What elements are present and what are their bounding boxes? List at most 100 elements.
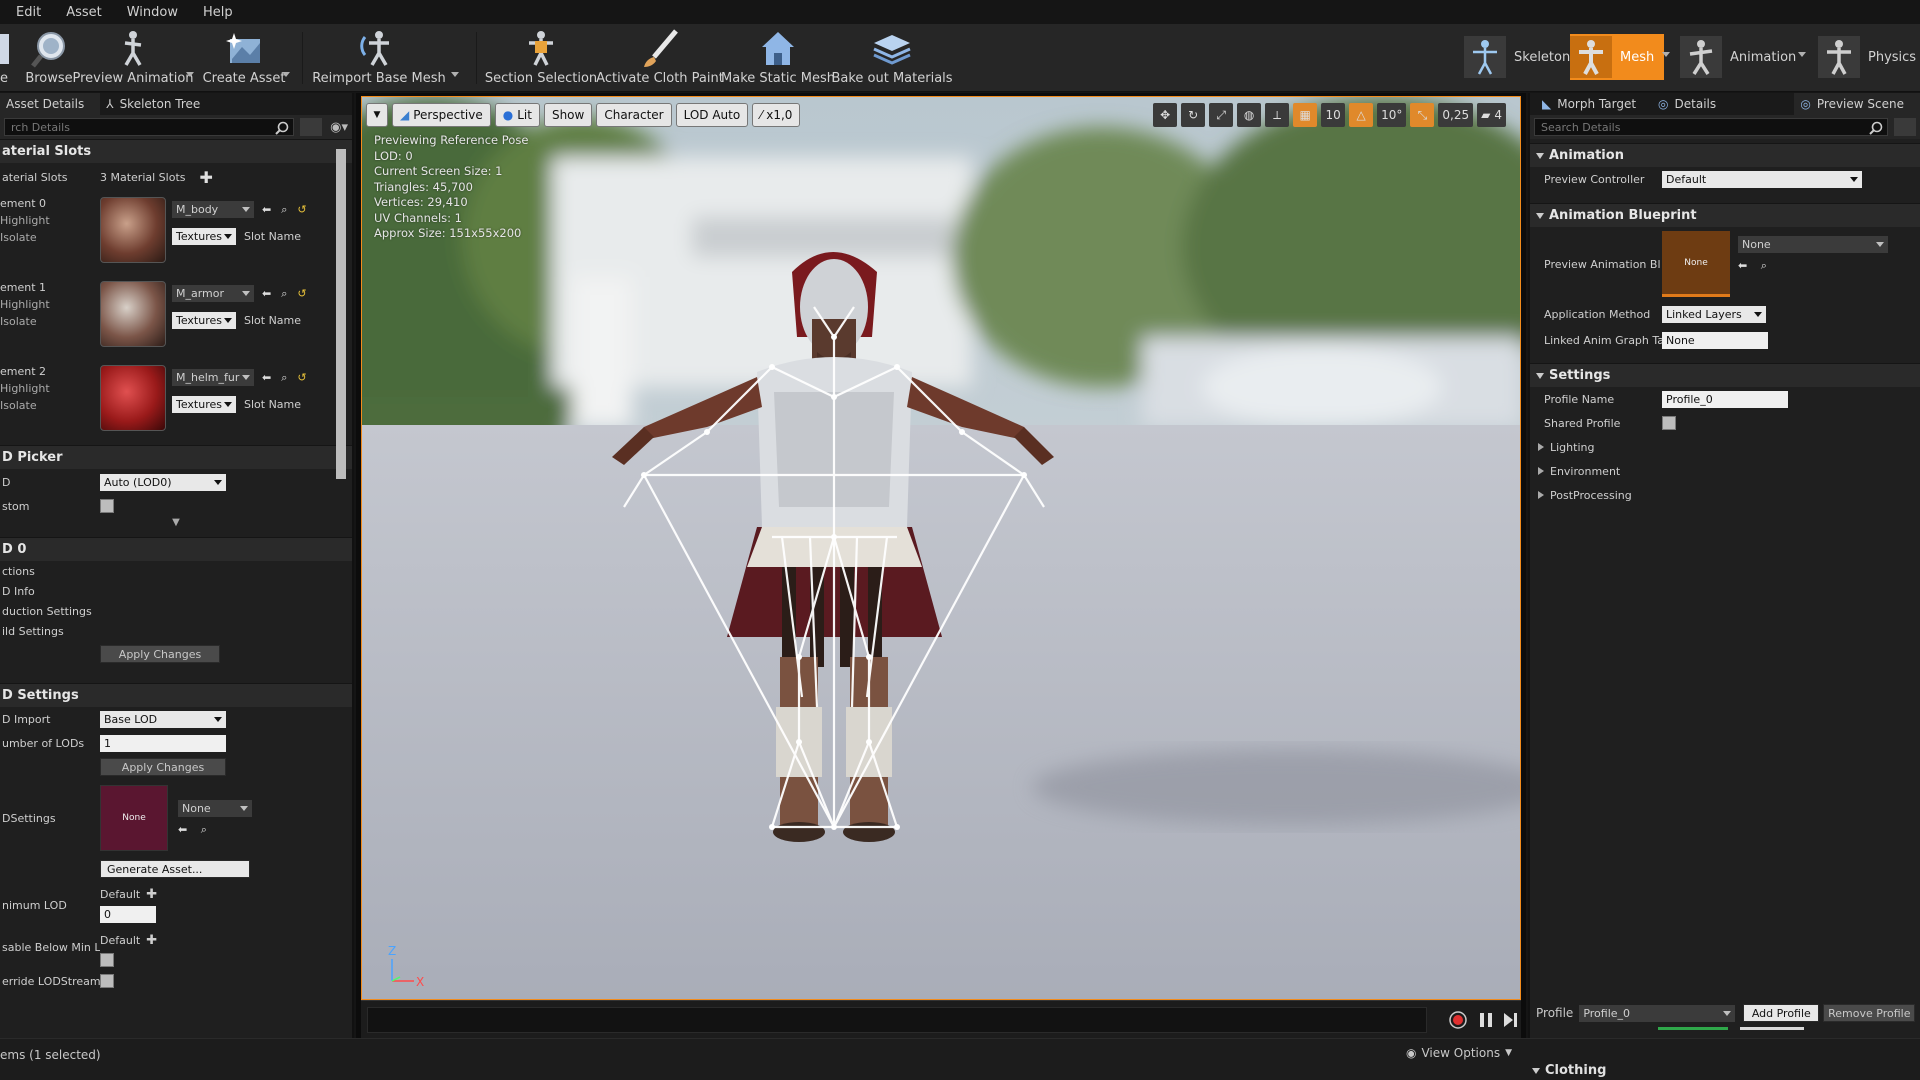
timeline-track[interactable] xyxy=(367,1007,1427,1033)
highlight-checkbox[interactable]: Highlight xyxy=(0,298,100,311)
rotation-snap-toggle[interactable]: △ xyxy=(1349,103,1374,127)
number-of-lods-input[interactable]: 1 xyxy=(100,734,226,752)
highlight-checkbox[interactable]: Highlight xyxy=(0,382,100,395)
environment-group[interactable]: Environment xyxy=(1530,459,1920,483)
world-local-toggle[interactable]: ◍ xyxy=(1237,103,1262,127)
apply-changes-button[interactable]: Apply Changes xyxy=(100,645,220,663)
save-button[interactable]: e xyxy=(0,24,16,92)
tab-skeleton-tree[interactable]: ⅄ Skeleton Tree xyxy=(100,93,217,115)
textures-dropdown[interactable]: Textures xyxy=(172,396,236,413)
lod0-build-settings[interactable]: ild Settings xyxy=(0,621,352,641)
perspective-button[interactable]: ◢ Perspective xyxy=(392,103,491,127)
mode-animation-button[interactable]: Animation xyxy=(1680,34,1796,80)
surface-snap-tool[interactable]: ⟂ xyxy=(1265,103,1290,127)
record-icon[interactable] xyxy=(1449,1011,1467,1029)
scale-snap-value[interactable]: 0,25 xyxy=(1438,103,1474,127)
mode-physics-button[interactable]: Physics xyxy=(1818,34,1916,80)
postprocessing-group[interactable]: PostProcessing xyxy=(1530,483,1920,507)
left-search-input[interactable]: rch Details xyxy=(4,118,295,136)
create-asset-caret[interactable] xyxy=(282,72,290,77)
browse-search-icon[interactable]: ⌕ xyxy=(1761,259,1767,272)
browse-search-icon[interactable]: ⌕ xyxy=(281,371,287,385)
animation-blueprint-category[interactable]: Animation Blueprint xyxy=(1530,203,1920,227)
remove-profile-button[interactable]: Remove Profile xyxy=(1823,1004,1916,1022)
minimum-lod-input[interactable]: 0 xyxy=(100,906,156,923)
scale-tool[interactable]: ⤢ xyxy=(1209,103,1234,127)
lod0-info[interactable]: D Info xyxy=(0,581,352,601)
playback-speed-button[interactable]: ⁄ x1,0 xyxy=(752,103,801,127)
reset-icon[interactable]: ↺ xyxy=(297,371,306,384)
add-platform-override-icon[interactable]: ✚ xyxy=(146,887,157,902)
lod0-header[interactable]: D 0 xyxy=(0,537,352,561)
preview-controller-dropdown[interactable]: Default xyxy=(1662,170,1862,188)
use-selected-arrow-icon[interactable]: ⬅ xyxy=(1738,259,1747,272)
view-options-button[interactable]: ◉ View Options ▼ xyxy=(1406,1046,1512,1060)
browse-search-icon[interactable]: ⌕ xyxy=(281,287,287,301)
reimport-caret[interactable] xyxy=(451,72,459,77)
material-dropdown[interactable]: M_body xyxy=(172,201,254,218)
preview-animation-caret[interactable] xyxy=(186,72,194,77)
use-selected-arrow-icon[interactable]: ⬅ xyxy=(262,203,271,216)
textures-dropdown[interactable]: Textures xyxy=(172,228,236,245)
lighting-group[interactable]: Lighting xyxy=(1530,435,1920,459)
browse-button[interactable]: Browse xyxy=(24,24,74,92)
disable-below-min-lod-checkbox[interactable] xyxy=(100,953,114,967)
rotation-snap-value[interactable]: 10° xyxy=(1377,103,1407,127)
tab-preview-scene[interactable]: ◎ Preview Scene xyxy=(1794,93,1920,115)
browse-search-icon[interactable]: ⌕ xyxy=(201,823,207,836)
preview-animation-button[interactable]: Preview Animation xyxy=(73,24,194,92)
animation-category[interactable]: Animation xyxy=(1530,143,1920,167)
application-method-dropdown[interactable]: Linked Layers xyxy=(1662,305,1766,323)
clothing-category[interactable]: Clothing xyxy=(1532,1063,1606,1078)
tab-details[interactable]: ◎ Details xyxy=(1652,93,1733,115)
mode-skeleton-button[interactable]: Skeleton xyxy=(1464,34,1570,80)
use-selected-arrow-icon[interactable]: ⬅ xyxy=(262,287,271,300)
tab-morph-target[interactable]: ◣ Morph Target xyxy=(1530,93,1653,115)
settings-category[interactable]: Settings xyxy=(1530,363,1920,387)
highlight-checkbox[interactable]: Highlight xyxy=(0,214,100,227)
browse-search-icon[interactable]: ⌕ xyxy=(281,203,287,217)
viewport-options-button[interactable]: ▼ xyxy=(366,103,388,127)
rotate-tool[interactable]: ↻ xyxy=(1181,103,1206,127)
bake-out-materials-button[interactable]: Bake out Materials xyxy=(831,24,953,92)
animation-blueprint-dropdown[interactable]: None xyxy=(1738,235,1888,253)
material-thumbnail[interactable] xyxy=(100,197,166,263)
expand-advanced-button[interactable]: ▼ xyxy=(0,517,352,533)
reset-icon[interactable]: ↺ xyxy=(297,203,306,216)
use-selected-arrow-icon[interactable]: ⬅ xyxy=(262,371,271,384)
reset-icon[interactable]: ↺ xyxy=(297,287,306,300)
lod-import-dropdown[interactable]: Base LOD xyxy=(100,710,226,728)
grid-snap-toggle[interactable]: ▦ xyxy=(1293,103,1318,127)
character-button[interactable]: Character xyxy=(596,103,672,127)
scale-snap-toggle[interactable]: ⤡ xyxy=(1410,103,1435,127)
add-platform-override-icon[interactable]: ✚ xyxy=(146,933,157,948)
lodsettings-dropdown[interactable]: None xyxy=(178,799,252,817)
material-thumbnail[interactable] xyxy=(100,281,166,347)
make-static-mesh-button[interactable]: Make Static Mesh xyxy=(721,24,835,92)
override-lod-streaming-checkbox[interactable] xyxy=(100,974,114,988)
eye-icon[interactable]: ◉▾ xyxy=(330,120,348,135)
camera-speed-button[interactable]: ▰ 4 xyxy=(1477,103,1506,127)
isolate-checkbox[interactable]: Isolate xyxy=(0,315,100,328)
material-dropdown[interactable]: M_armor xyxy=(172,285,254,302)
grid-snap-value[interactable]: 10 xyxy=(1321,103,1346,127)
shared-profile-checkbox[interactable] xyxy=(1662,416,1676,430)
mesh-mode-caret[interactable] xyxy=(1662,52,1670,57)
mode-mesh-button[interactable]: Mesh xyxy=(1570,34,1665,80)
profile-name-input[interactable]: Profile_0 xyxy=(1662,390,1788,408)
tab-asset-details[interactable]: Asset Details xyxy=(0,93,101,115)
show-button[interactable]: Show xyxy=(543,103,593,127)
create-asset-button[interactable]: Create Asset xyxy=(203,24,285,92)
lod-picker-header[interactable]: D Picker xyxy=(0,445,352,469)
isolate-checkbox[interactable]: Isolate xyxy=(0,231,100,244)
reimport-base-mesh-button[interactable]: Reimport Base Mesh xyxy=(312,24,446,92)
pause-icon[interactable] xyxy=(1477,1011,1495,1029)
grid-view-button[interactable] xyxy=(1894,118,1916,136)
translate-tool[interactable]: ✥ xyxy=(1153,103,1178,127)
lod0-sections[interactable]: ctions xyxy=(0,561,352,581)
apply-changes-button-2[interactable]: Apply Changes xyxy=(100,758,226,776)
menu-window[interactable]: Window xyxy=(127,5,178,20)
lodsettings-thumbnail[interactable]: None xyxy=(100,785,168,851)
menu-edit[interactable]: Edit xyxy=(16,5,41,20)
animation-blueprint-thumbnail[interactable]: None xyxy=(1662,231,1730,297)
